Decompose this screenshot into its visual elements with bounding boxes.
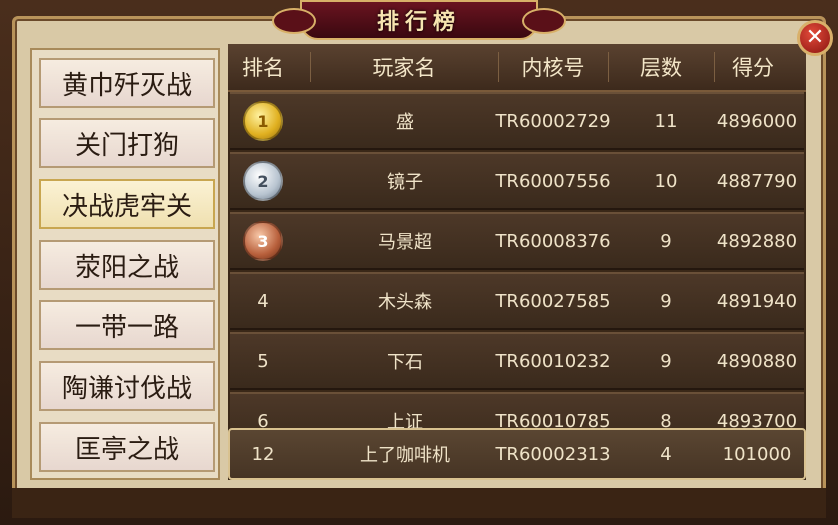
floor-count: 11 [654, 110, 678, 132]
menu-item-guanmen[interactable]: 关门打狗 [39, 118, 215, 168]
gold-medal-icon: 1 [243, 101, 283, 141]
score: 4891940 [716, 290, 798, 312]
table-row[interactable]: 3 马景超 TR60008376 9 4892880 [230, 212, 804, 270]
close-icon: ✕ [805, 25, 825, 50]
table-row[interactable]: 2 镜子 TR60007556 10 4887790 [230, 152, 804, 210]
rank-cell: 2 [230, 154, 296, 208]
player-name: 镜子 [387, 172, 423, 193]
player-id: TR60010232 [495, 350, 611, 372]
menu-item-kuangting[interactable]: 匡亭之战 [39, 422, 215, 472]
floor-count: 10 [654, 170, 678, 192]
rank-cell: 3 [230, 214, 296, 268]
page-title: 排行榜 [376, 10, 461, 35]
bronze-medal-icon: 3 [243, 221, 283, 261]
player-name: 木头森 [378, 292, 432, 313]
floor-count: 4 [660, 443, 672, 465]
floor-count: 9 [660, 350, 672, 372]
table-row[interactable]: 5 下石 TR60010232 9 4890880 [230, 332, 804, 390]
table-row[interactable]: 1 盛 TR60002729 11 4896000 [230, 92, 804, 150]
floor-count: 9 [660, 290, 672, 312]
floor-count: 9 [660, 230, 672, 252]
score: 4887790 [716, 170, 798, 192]
menu-item-taoqian[interactable]: 陶谦讨伐战 [39, 361, 215, 411]
close-button[interactable]: ✕ [797, 20, 833, 56]
bottom-border [12, 488, 826, 518]
score: 4896000 [716, 110, 798, 132]
rank-number: 4 [257, 290, 269, 312]
player-name: 盛 [396, 112, 414, 133]
header-score: 得分 [732, 56, 774, 80]
menu-item-hulaoguan[interactable]: 决战虎牢关 [39, 179, 215, 229]
table-header: 排名 玩家名 内核号 层数 得分 [228, 44, 806, 92]
player-id: TR60027585 [495, 290, 611, 312]
menu-item-huangjin[interactable]: 黄巾歼灭战 [39, 58, 215, 108]
title-plaque: 排行榜 [272, 0, 566, 40]
ranking-table[interactable]: 排名 玩家名 内核号 层数 得分 1 盛 TR60002729 11 48960… [228, 44, 806, 480]
rank-number: 5 [257, 350, 269, 372]
header-floors: 层数 [640, 56, 682, 80]
header-rank: 排名 [242, 56, 284, 80]
player-name: 马景超 [378, 232, 432, 253]
score: 4890880 [716, 350, 798, 372]
rank-number: 12 [251, 443, 275, 465]
player-id: TR60008376 [495, 230, 611, 252]
player-name: 下石 [387, 352, 423, 373]
player-id: TR60007556 [495, 170, 611, 192]
rank-cell: 1 [230, 94, 296, 148]
score: 4892880 [716, 230, 798, 252]
header-id: 内核号 [521, 56, 585, 80]
player-name: 上了咖啡机 [360, 445, 450, 466]
my-rank-row[interactable]: 12 上了咖啡机 TR60002313 4 101000 [228, 428, 806, 480]
score: 101000 [722, 443, 792, 465]
leaderboard-window: 排行榜 ✕ 黄巾歼灭战 关门打狗 决战虎牢关 荥阳之战 一带一路 陶谦讨伐战 匡… [0, 0, 838, 525]
stage-menu: 黄巾歼灭战 关门打狗 决战虎牢关 荥阳之战 一带一路 陶谦讨伐战 匡亭之战 [30, 48, 220, 480]
header-player: 玩家名 [372, 56, 436, 80]
menu-item-xingyang[interactable]: 荥阳之战 [39, 240, 215, 290]
table-row[interactable]: 4 木头森 TR60027585 9 4891940 [230, 272, 804, 330]
player-id: TR60002729 [495, 110, 611, 132]
silver-medal-icon: 2 [243, 161, 283, 201]
player-id: TR60002313 [495, 443, 611, 465]
menu-item-yidaiyilu[interactable]: 一带一路 [39, 300, 215, 350]
